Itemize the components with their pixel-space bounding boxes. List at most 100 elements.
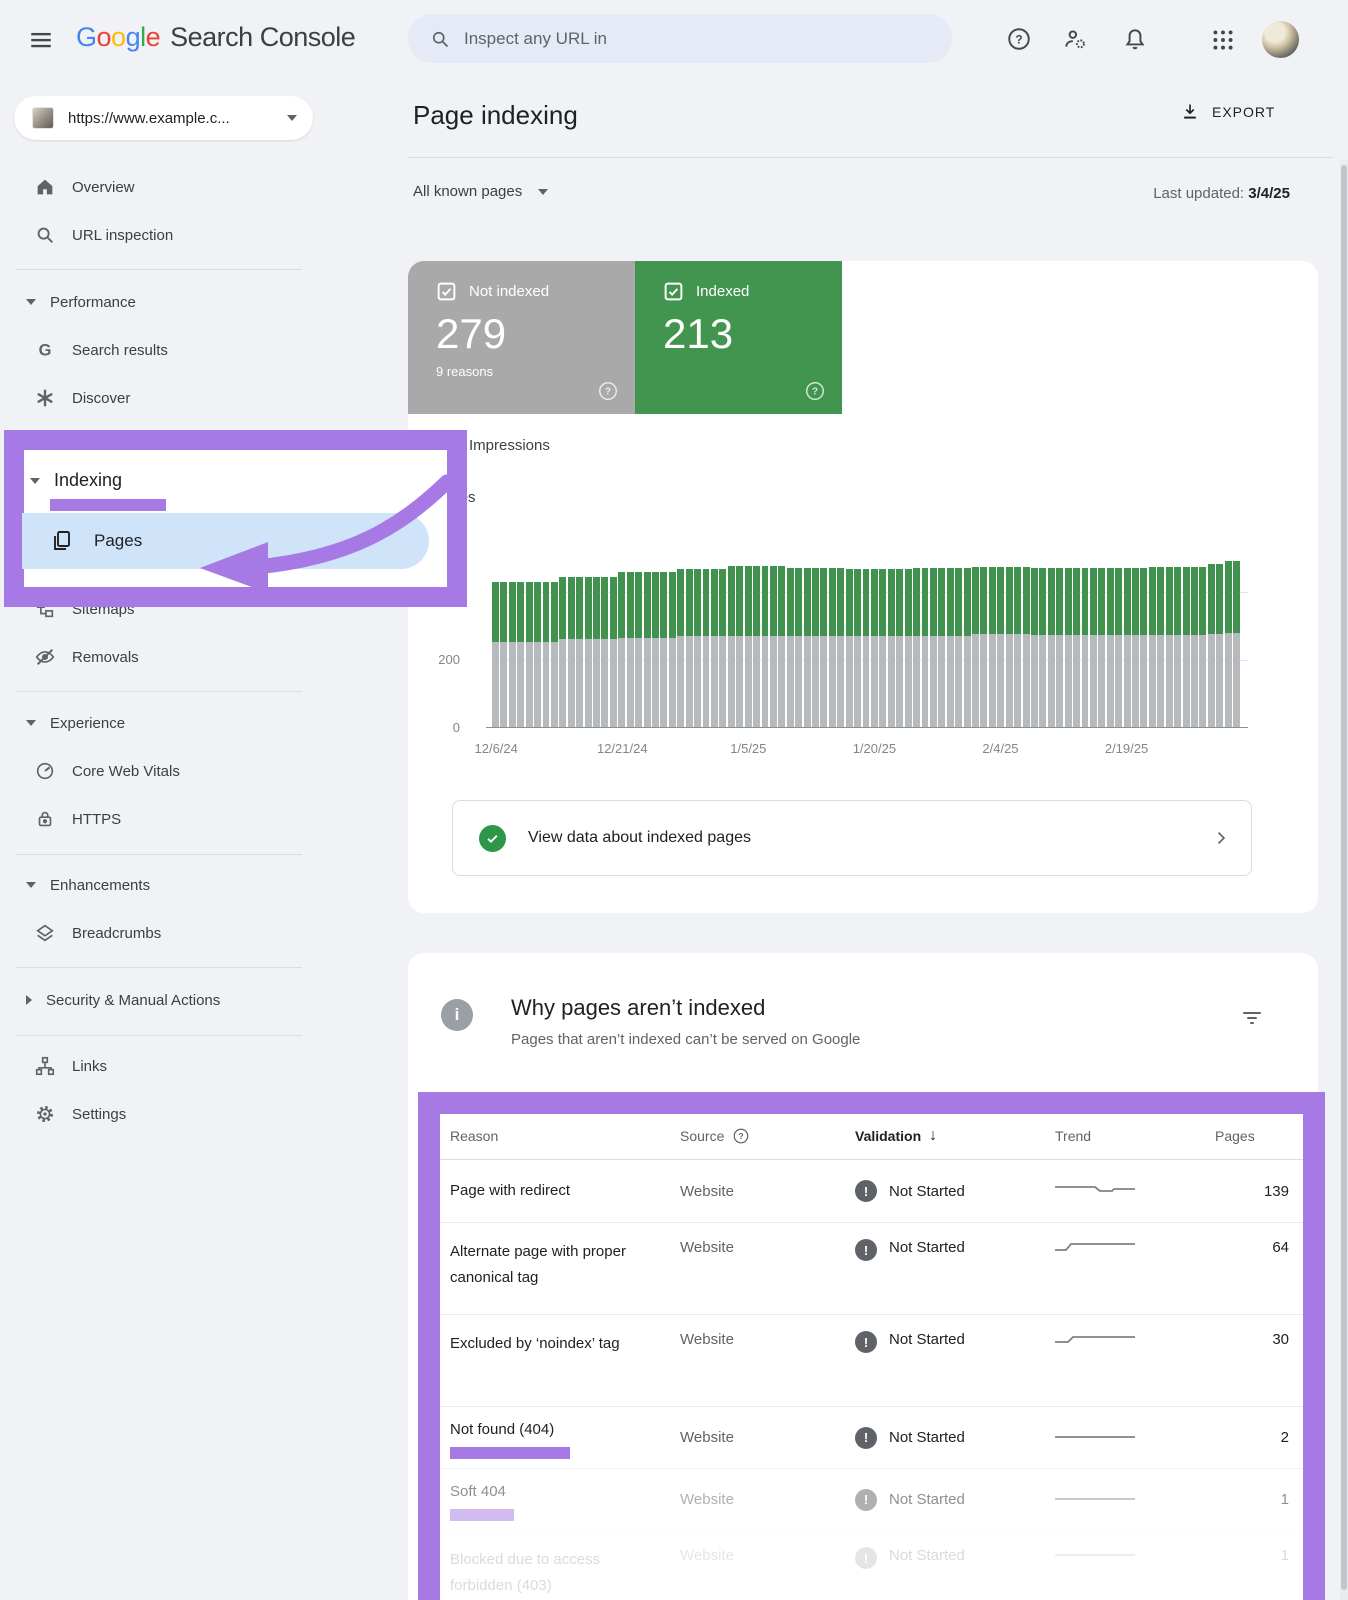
chart-bar[interactable] bbox=[1023, 567, 1030, 728]
reason-text[interactable]: Soft 404 bbox=[450, 1479, 506, 1505]
chart-bar[interactable] bbox=[812, 568, 819, 728]
chart-bar[interactable] bbox=[593, 577, 600, 728]
chart-bar[interactable] bbox=[719, 569, 726, 728]
chart-bar[interactable] bbox=[879, 569, 886, 728]
view-indexed-data-row[interactable]: View data about indexed pages bbox=[452, 800, 1252, 876]
sidebar-item-https[interactable]: HTTPS bbox=[0, 804, 380, 834]
sidebar-section-indexing[interactable]: Indexing bbox=[30, 470, 122, 491]
chart-bar[interactable] bbox=[660, 572, 667, 728]
chart-bar[interactable] bbox=[1199, 567, 1206, 729]
chart-bar[interactable] bbox=[947, 568, 954, 728]
chart-bar[interactable] bbox=[1056, 568, 1063, 728]
chart-bar[interactable] bbox=[795, 568, 802, 728]
chart-bar[interactable] bbox=[509, 582, 516, 728]
chart-bar[interactable] bbox=[896, 569, 903, 728]
chart-bar[interactable] bbox=[863, 569, 870, 728]
chart-bar[interactable] bbox=[1098, 568, 1105, 728]
not-indexed-toggle-card[interactable]: Not indexed 279 9 reasons ? bbox=[408, 261, 635, 414]
chart-bar[interactable] bbox=[669, 572, 676, 728]
table-row[interactable]: Blocked due to access forbidden (403)Web… bbox=[440, 1530, 1303, 1600]
chart-bar[interactable] bbox=[1048, 568, 1055, 728]
chart-bar[interactable] bbox=[997, 567, 1004, 728]
chart-bar[interactable] bbox=[871, 569, 878, 728]
chart-bar[interactable] bbox=[526, 582, 533, 728]
chart-bar[interactable] bbox=[930, 568, 937, 728]
notifications-bell-icon[interactable] bbox=[1122, 26, 1148, 52]
chart-bar[interactable] bbox=[1149, 567, 1156, 729]
column-source[interactable]: Source ? bbox=[680, 1127, 855, 1145]
chart-bar[interactable] bbox=[745, 566, 752, 728]
sidebar-item-links[interactable]: Links bbox=[0, 1051, 380, 1081]
scrollbar-track[interactable] bbox=[1340, 160, 1348, 1600]
menu-icon[interactable] bbox=[28, 27, 54, 53]
help-icon[interactable]: ? bbox=[804, 380, 826, 402]
reason-text[interactable]: Page with redirect bbox=[450, 1178, 570, 1204]
chart-bar[interactable] bbox=[517, 582, 524, 728]
chart-bar[interactable] bbox=[568, 577, 575, 728]
chart-bar[interactable] bbox=[1225, 561, 1232, 728]
chart-bar[interactable] bbox=[635, 572, 642, 728]
chart-bar[interactable] bbox=[500, 582, 507, 728]
page-scope-dropdown[interactable]: All known pages bbox=[413, 183, 548, 200]
table-row[interactable]: Excluded by ‘noindex’ tagWebsite!Not Sta… bbox=[440, 1314, 1303, 1406]
sidebar-item-breadcrumbs[interactable]: Breadcrumbs bbox=[0, 918, 380, 948]
chart-bar[interactable] bbox=[543, 582, 550, 728]
chart-bar[interactable] bbox=[1090, 568, 1097, 728]
property-selector[interactable]: https://www.example.c... bbox=[14, 96, 313, 140]
table-row[interactable]: Soft 404Website!Not Started1 bbox=[440, 1468, 1303, 1530]
chart-bar[interactable] bbox=[1191, 567, 1198, 729]
sidebar-item-settings[interactable]: Settings bbox=[0, 1099, 380, 1129]
chart-bar[interactable] bbox=[627, 572, 634, 728]
chart-bar[interactable] bbox=[601, 577, 608, 728]
chart-bar[interactable] bbox=[1174, 567, 1181, 729]
chart-bar[interactable] bbox=[1006, 567, 1013, 728]
chart-bar[interactable] bbox=[559, 577, 566, 728]
chart-bar[interactable] bbox=[652, 572, 659, 728]
column-pages[interactable]: Pages bbox=[1215, 1128, 1303, 1144]
chart-bar[interactable] bbox=[1115, 568, 1122, 728]
checkbox-checked-icon[interactable] bbox=[436, 281, 457, 302]
chart-bar[interactable] bbox=[753, 566, 760, 728]
chart-bar[interactable] bbox=[778, 566, 785, 728]
sidebar-section-enhancements[interactable]: Enhancements bbox=[0, 870, 380, 900]
chart-bar[interactable] bbox=[955, 568, 962, 728]
chart-bar[interactable] bbox=[980, 567, 987, 728]
reason-text[interactable]: Not found (404) bbox=[450, 1417, 554, 1443]
help-icon[interactable]: ? bbox=[1006, 26, 1032, 52]
avatar[interactable] bbox=[1262, 21, 1299, 58]
chart-bar[interactable] bbox=[1107, 568, 1114, 728]
chart-bar[interactable] bbox=[1208, 564, 1215, 728]
table-row[interactable]: Not found (404)Website!Not Started2 bbox=[440, 1406, 1303, 1468]
chart-bar[interactable] bbox=[728, 566, 735, 728]
chart-bar[interactable] bbox=[736, 566, 743, 728]
chart-bar[interactable] bbox=[1031, 568, 1038, 728]
url-inspect-search[interactable]: Inspect any URL in bbox=[408, 14, 952, 63]
scrollbar-thumb[interactable] bbox=[1341, 165, 1347, 1590]
chart-bar[interactable] bbox=[644, 572, 651, 728]
chart-bar[interactable] bbox=[837, 568, 844, 728]
chart-bar[interactable] bbox=[551, 582, 558, 728]
chart-bar[interactable] bbox=[829, 568, 836, 728]
chart-bar[interactable] bbox=[888, 569, 895, 728]
chart-bar[interactable] bbox=[854, 569, 861, 728]
apps-grid-icon[interactable] bbox=[1210, 27, 1236, 53]
sidebar-item-removals[interactable]: Removals bbox=[0, 642, 380, 672]
table-row[interactable]: Alternate page with proper canonical tag… bbox=[440, 1222, 1303, 1314]
chart-bar[interactable] bbox=[618, 572, 625, 728]
chart-bar[interactable] bbox=[905, 569, 912, 728]
sidebar-item-search-results[interactable]: G Search results bbox=[0, 335, 380, 365]
chart-bar[interactable] bbox=[1140, 568, 1147, 728]
chart-bar[interactable] bbox=[787, 568, 794, 728]
sidebar-item-core-web-vitals[interactable]: Core Web Vitals bbox=[0, 756, 380, 786]
column-trend[interactable]: Trend bbox=[1055, 1128, 1215, 1144]
chart-bar[interactable] bbox=[1166, 567, 1173, 729]
chart-bar[interactable] bbox=[922, 568, 929, 728]
indexed-toggle-card[interactable]: Indexed 213 ? bbox=[635, 261, 842, 414]
checkbox-checked-icon[interactable] bbox=[663, 281, 684, 302]
reason-text[interactable]: Alternate page with proper canonical tag bbox=[450, 1239, 656, 1291]
chart-bar[interactable] bbox=[534, 582, 541, 728]
sidebar-section-performance[interactable]: Performance bbox=[0, 287, 380, 317]
column-validation-sorted[interactable]: Validation ↓ bbox=[855, 1127, 1055, 1145]
chart-bar[interactable] bbox=[913, 568, 920, 728]
chart-bar[interactable] bbox=[1132, 568, 1139, 728]
